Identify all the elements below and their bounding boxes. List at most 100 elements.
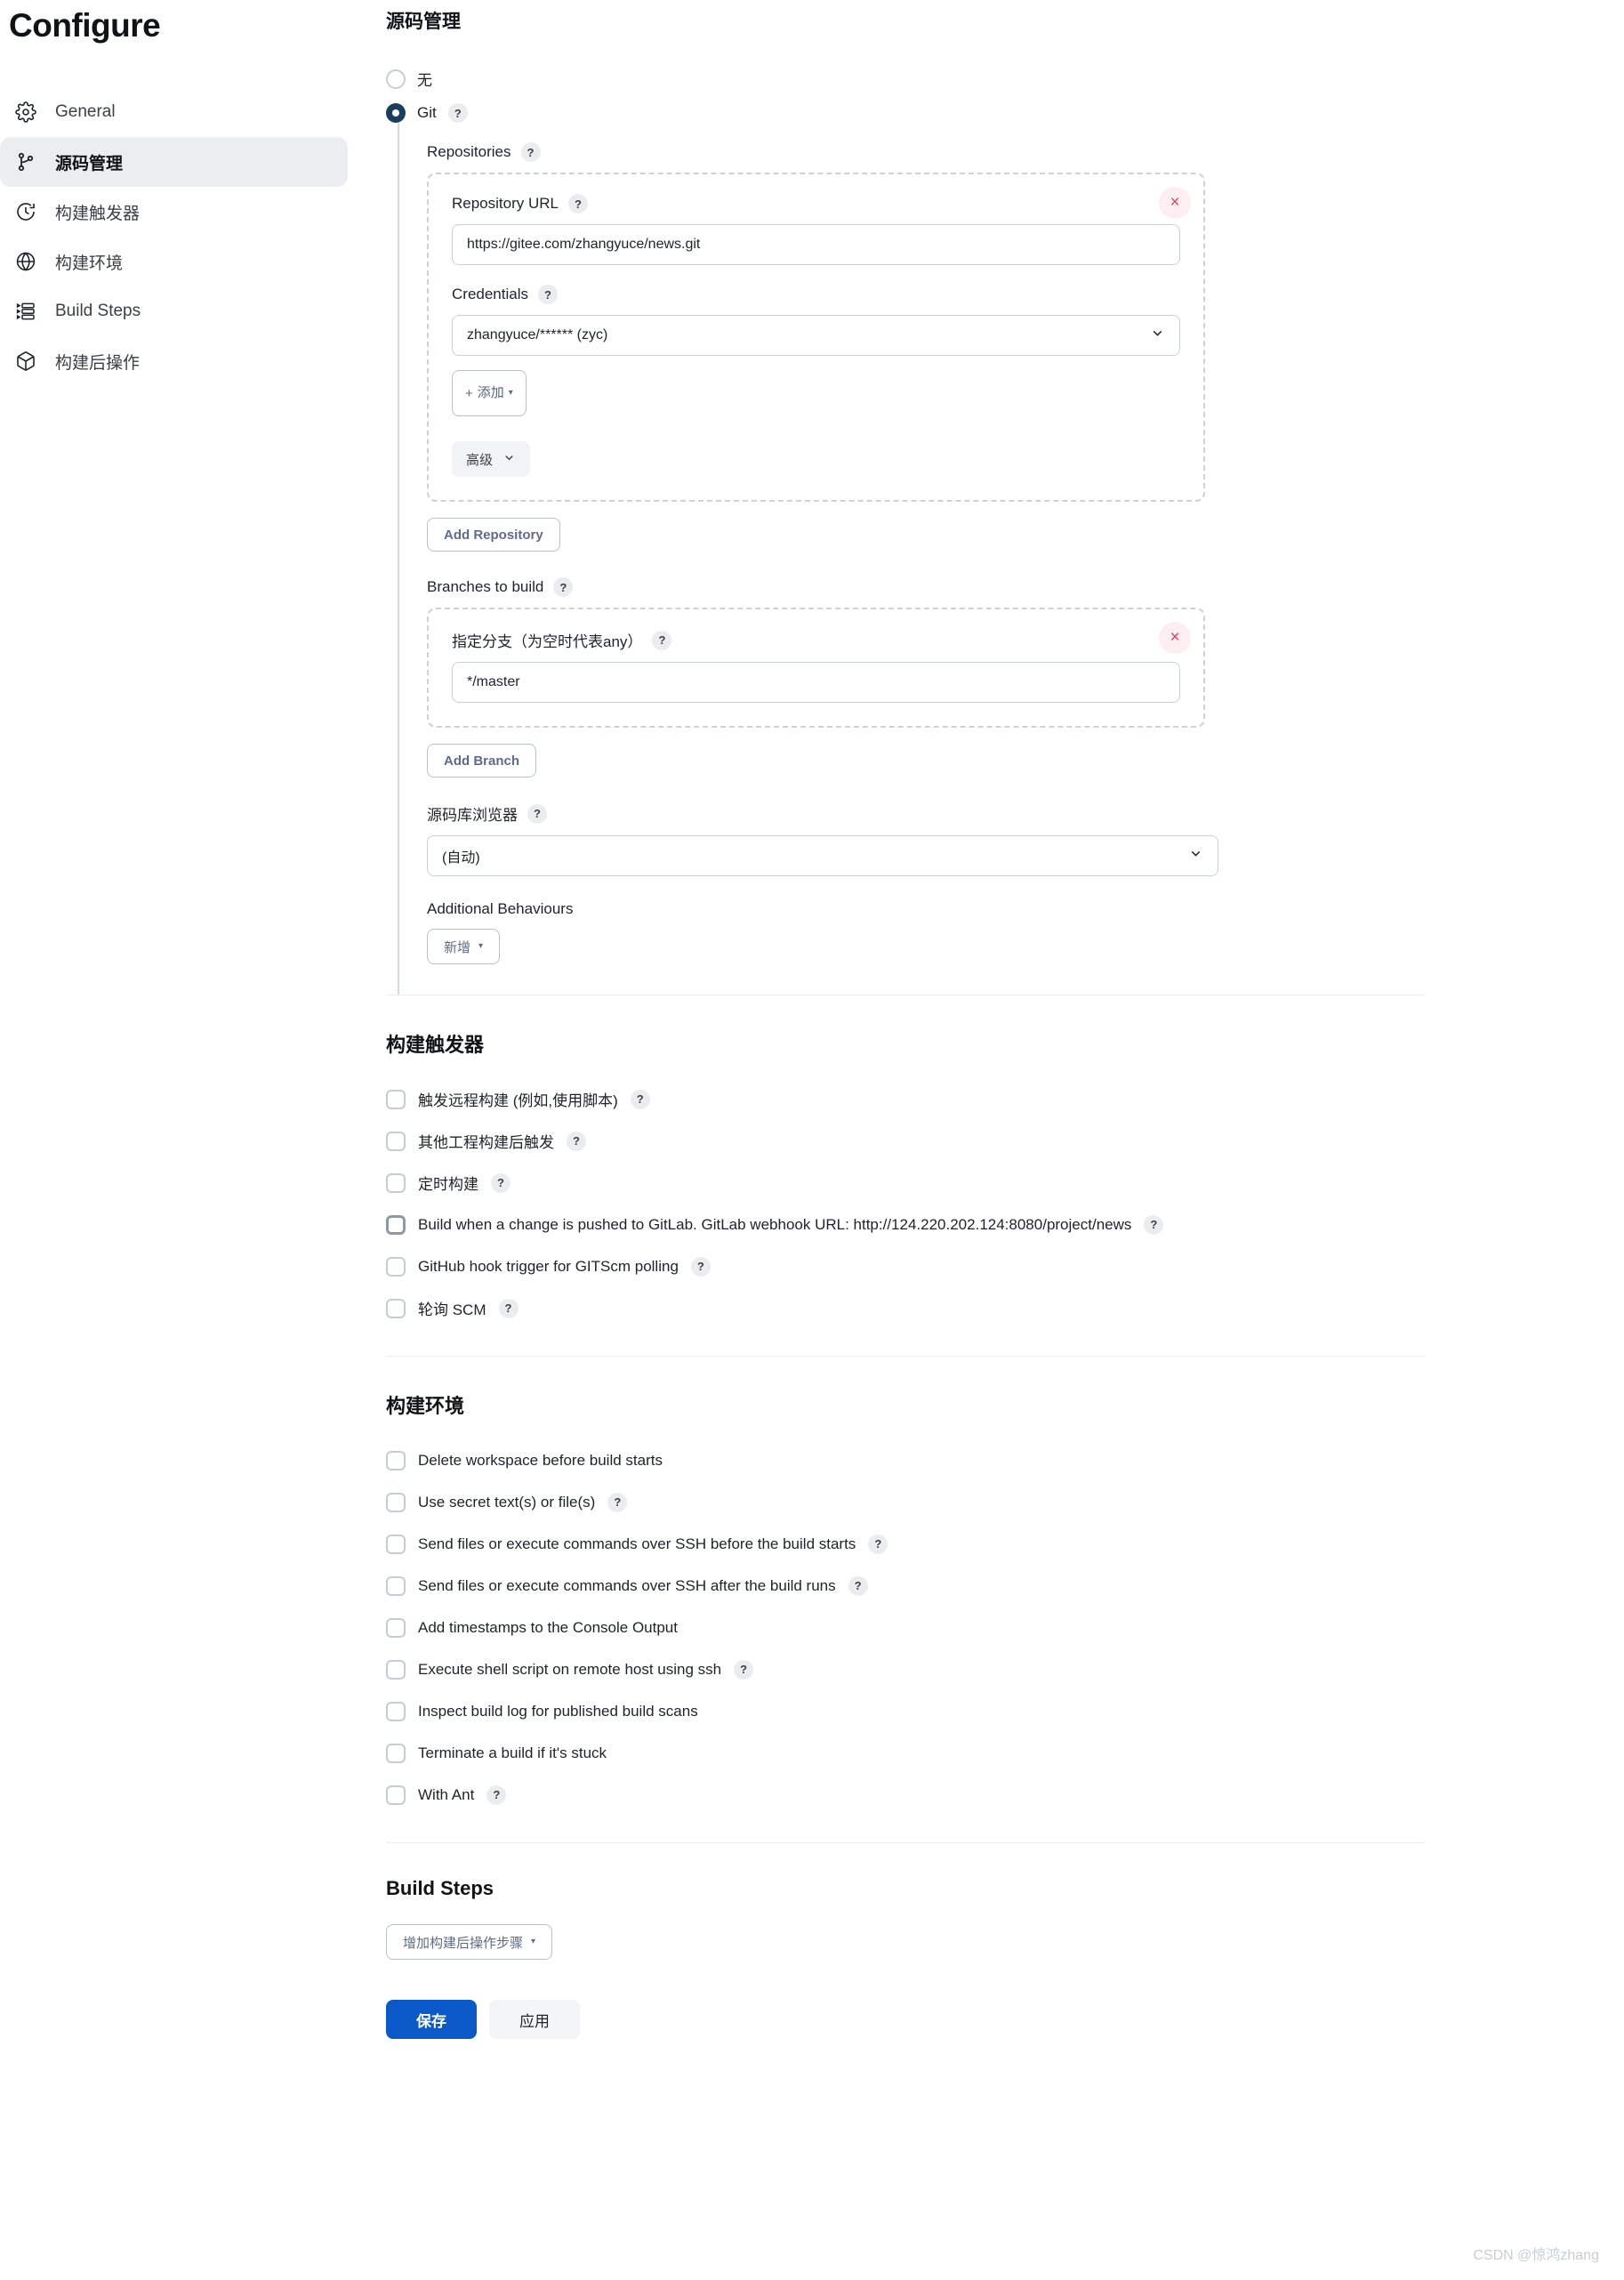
help-icon-trigger-github-hook[interactable]: ?: [690, 1256, 711, 1277]
checkbox-trigger-github-hook[interactable]: [386, 1256, 406, 1277]
chevron-down-icon: [1150, 326, 1165, 345]
chevron-down-icon: [1188, 846, 1203, 866]
help-icon-branches[interactable]: ?: [553, 577, 574, 597]
help-icon-use-secret-text[interactable]: ?: [607, 1492, 628, 1512]
help-icon-with-ant[interactable]: ?: [486, 1785, 507, 1805]
trigger-row[interactable]: Build when a change is pushed to GitLab.…: [386, 1204, 1624, 1245]
environment-row[interactable]: With Ant ?: [386, 1774, 1624, 1816]
environment-row[interactable]: Send files or execute commands over SSH …: [386, 1565, 1624, 1607]
trigger-row[interactable]: GitHub hook trigger for GITScm polling ?: [386, 1245, 1624, 1287]
sidebar-item-label: 构建环境: [55, 254, 124, 273]
sidebar-item-build-steps[interactable]: Build Steps: [0, 286, 348, 336]
main-content: 源码管理 无 Git ? Repositories ? × Repository…: [386, 0, 1624, 2039]
build-steps-heading: Build Steps: [386, 1877, 494, 1899]
additional-behaviours-label: Additional Behaviours: [427, 900, 574, 917]
checkbox-add-timestamps[interactable]: [386, 1617, 406, 1638]
git-branch-icon: [12, 149, 39, 175]
environment-label: Add timestamps to the Console Output: [418, 1618, 678, 1636]
branch-specifier-input[interactable]: [452, 662, 1180, 703]
section-source-code-management: 源码管理 无 Git ? Repositories ? × Repository…: [386, 7, 1624, 995]
scm-option-git[interactable]: Git ?: [386, 103, 1624, 123]
credentials-select-value: zhangyuce/****** (zyc): [467, 327, 608, 342]
trigger-row[interactable]: 轮询 SCM ?: [386, 1287, 1624, 1329]
environment-row[interactable]: Send files or execute commands over SSH …: [386, 1523, 1624, 1565]
add-build-step-button[interactable]: 增加构建后操作步骤 ▾: [386, 1924, 553, 1960]
save-button[interactable]: 保存: [386, 2000, 477, 2039]
apply-button[interactable]: 应用: [489, 2000, 580, 2039]
delete-repository-button[interactable]: ×: [1159, 187, 1191, 219]
advanced-label: 高级: [466, 452, 494, 468]
trigger-row[interactable]: 其他工程构建后触发 ?: [386, 1120, 1624, 1162]
radio-git[interactable]: [386, 103, 406, 123]
gear-icon: [12, 99, 39, 125]
checkbox-ssh-before-build[interactable]: [386, 1534, 406, 1554]
environment-label: Send files or execute commands over SSH …: [418, 1535, 856, 1552]
checkbox-execute-shell-remote[interactable]: [386, 1659, 406, 1680]
checkbox-trigger-after-other-projects[interactable]: [386, 1131, 406, 1151]
environment-row[interactable]: Terminate a build if it's stuck: [386, 1732, 1624, 1774]
help-icon-trigger-scheduled-build[interactable]: ?: [491, 1172, 511, 1193]
form-actions: 保存 应用: [386, 2000, 1624, 2039]
sidebar-item-label: 构建触发器: [55, 204, 141, 223]
checkbox-terminate-stuck-build[interactable]: [386, 1743, 406, 1763]
scm-option-none[interactable]: 无: [386, 68, 1624, 90]
add-credentials-button[interactable]: + 添加 ▾: [452, 370, 527, 416]
sidebar-item-build-triggers[interactable]: 构建触发器: [0, 187, 348, 237]
credentials-select[interactable]: zhangyuce/****** (zyc): [452, 315, 1180, 356]
add-repository-button[interactable]: Add Repository: [427, 518, 560, 552]
checkbox-trigger-poll-scm[interactable]: [386, 1298, 406, 1318]
add-behaviour-button[interactable]: 新增 ▾: [427, 929, 501, 964]
help-icon-credentials[interactable]: ?: [538, 285, 558, 304]
environment-row[interactable]: Use secret text(s) or file(s) ?: [386, 1481, 1624, 1523]
checkbox-use-secret-text[interactable]: [386, 1492, 406, 1512]
list-steps-icon: [12, 298, 39, 325]
checkbox-trigger-remote-build[interactable]: [386, 1089, 406, 1109]
help-icon-repositories[interactable]: ?: [520, 142, 541, 162]
environment-label: Execute shell script on remote host usin…: [418, 1660, 722, 1678]
checkbox-delete-workspace[interactable]: [386, 1450, 406, 1470]
help-icon-repository-browser[interactable]: ?: [527, 803, 547, 824]
page-title: Configure: [9, 7, 161, 44]
repository-url-label: Repository URL: [452, 195, 559, 212]
checkbox-trigger-gitlab-push[interactable]: [386, 1214, 406, 1235]
sidebar-item-general[interactable]: General: [0, 87, 348, 137]
help-icon-trigger-remote-build[interactable]: ?: [630, 1089, 650, 1109]
help-icon-ssh-before-build[interactable]: ?: [868, 1534, 888, 1554]
trigger-label: 其他工程构建后触发: [418, 1134, 554, 1151]
repository-url-input[interactable]: [452, 224, 1180, 265]
environment-row[interactable]: Execute shell script on remote host usin…: [386, 1648, 1624, 1690]
help-icon-git[interactable]: ?: [447, 103, 468, 123]
add-credentials-label: 添加: [477, 385, 504, 401]
checkbox-ssh-after-build[interactable]: [386, 1575, 406, 1596]
checkbox-trigger-scheduled-build[interactable]: [386, 1172, 406, 1193]
help-icon-trigger-after-other-projects[interactable]: ?: [567, 1131, 586, 1151]
sidebar-item-source-code-management[interactable]: 源码管理: [0, 137, 348, 187]
credentials-label-row: Credentials ?: [452, 285, 1180, 304]
delete-branch-button[interactable]: ×: [1159, 622, 1191, 654]
trigger-row[interactable]: 触发远程构建 (例如,使用脚本) ?: [386, 1078, 1624, 1120]
credentials-label: Credentials: [452, 286, 528, 302]
help-icon-trigger-gitlab-push[interactable]: ?: [1144, 1214, 1164, 1235]
sidebar-item-build-environment[interactable]: 构建环境: [0, 237, 348, 286]
help-icon-repository-url[interactable]: ?: [568, 194, 588, 213]
advanced-toggle-button[interactable]: 高级: [452, 441, 531, 477]
trigger-row[interactable]: 定时构建 ?: [386, 1162, 1624, 1204]
sidebar-item-post-build-actions[interactable]: 构建后操作: [0, 336, 348, 386]
section-build-steps: Build Steps 增加构建后操作步骤 ▾ 保存 应用: [386, 1843, 1624, 2039]
add-branch-button[interactable]: Add Branch: [427, 744, 537, 777]
help-icon-branch-specifier[interactable]: ?: [652, 630, 672, 650]
trigger-label: 定时构建: [418, 1176, 478, 1193]
help-icon-execute-shell-remote[interactable]: ?: [734, 1659, 754, 1680]
environment-row[interactable]: Delete workspace before build starts: [386, 1439, 1624, 1481]
help-icon-trigger-poll-scm[interactable]: ?: [498, 1298, 519, 1318]
package-icon: [12, 348, 39, 375]
help-icon-ssh-after-build[interactable]: ?: [848, 1575, 868, 1596]
environment-row[interactable]: Inspect build log for published build sc…: [386, 1690, 1624, 1732]
repository-url-label-row: Repository URL ?: [452, 194, 1180, 213]
radio-none[interactable]: [386, 68, 406, 89]
repository-browser-select[interactable]: (自动): [427, 835, 1218, 876]
sidebar-item-label: General: [55, 102, 116, 121]
checkbox-inspect-build-log[interactable]: [386, 1701, 406, 1721]
checkbox-with-ant[interactable]: [386, 1785, 406, 1805]
environment-row[interactable]: Add timestamps to the Console Output: [386, 1607, 1624, 1648]
